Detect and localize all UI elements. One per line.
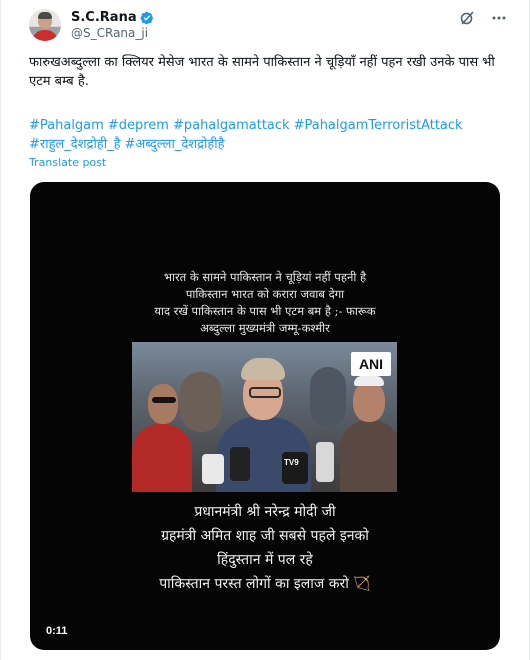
post-actions <box>458 9 508 27</box>
person-left-body <box>132 424 192 492</box>
person-right-head <box>353 382 385 422</box>
left-border <box>0 0 1 660</box>
person-right-body <box>340 420 397 492</box>
caption-line: भारत के सामने पाकिस्तान ने चूड़ियां नहीं… <box>163 270 367 284</box>
hashtags: #Pahalgam #deprem #pahalgamattack #Pahalgam… <box>29 116 499 154</box>
caption-line: पाकिस्तान भारत को करारा जवाब देगा <box>185 287 345 301</box>
verified-badge-icon[interactable] <box>140 11 154 25</box>
avatar-hair <box>38 12 52 19</box>
hashtag-link[interactable]: #pahalgamattack <box>173 118 290 133</box>
person-left-head <box>148 384 178 424</box>
caption-line-text: पाकिस्तान परस्त लोगों का इलाज करो <box>159 576 349 592</box>
person-right-cap <box>354 376 384 386</box>
video-caption-bottom: प्रधानमंत्री श्री नरेन्द्र मोदी जी ग्रहम… <box>30 500 500 596</box>
microphone <box>202 454 224 484</box>
mic-channel-label: TV9 <box>284 458 299 467</box>
video-timestamp: 0:11 <box>46 625 68 637</box>
hashtag-link[interactable]: #अब्दुल्ला_देशद्रोहीहै <box>124 137 224 152</box>
speaker-cap <box>241 358 285 380</box>
author-name[interactable]: S.C.Rana <box>71 10 137 25</box>
speaker-glasses <box>249 387 281 398</box>
avatar[interactable] <box>29 9 61 41</box>
video-frame-image: TV9 ANI <box>132 342 397 492</box>
bow-arrow-icon: 🏹 <box>353 576 371 592</box>
video-player[interactable]: भारत के सामने पाकिस्तान ने चूड़ियां नहीं… <box>30 182 500 650</box>
grok-icon[interactable] <box>458 9 476 27</box>
caption-line: अब्दुल्ला मुख्यमंत्री जम्मू-कश्मीर <box>200 321 330 335</box>
microphone <box>282 452 308 484</box>
caption-line: प्रधानमंत्री श्री नरेन्द्र मोदी जी <box>194 504 336 520</box>
post-text: फारुखअब्दुल्ला का क्लियर मेसेज भारत के स… <box>29 55 495 89</box>
caption-line: हिंदुस्तान में पल रहे <box>217 552 313 568</box>
author-name-row: S.C.Rana <box>71 10 154 25</box>
microphone <box>316 442 334 482</box>
video-caption-top: भारत के सामने पाकिस्तान ने चूड़ियां नहीं… <box>30 269 500 337</box>
author-handle[interactable]: @S_CRana_ji <box>71 26 148 40</box>
caption-line: पाकिस्तान परस्त लोगों का इलाज करो 🏹 <box>30 572 500 596</box>
more-icon[interactable] <box>490 9 508 27</box>
hashtag-link[interactable]: #deprem <box>108 118 169 133</box>
hashtag-link[interactable]: #PahalgamTerroristAttack <box>294 118 463 133</box>
translate-post-link[interactable]: Translate post <box>29 156 106 169</box>
ani-logo: ANI <box>351 352 391 376</box>
sunglasses <box>152 397 176 403</box>
tweet-post: S.C.Rana @S_CRana_ji फारुखअब्दुल्ला का क… <box>0 0 530 660</box>
avatar-body <box>32 30 58 41</box>
hashtag-link[interactable]: #Pahalgam <box>29 118 104 133</box>
background-person <box>180 372 222 432</box>
caption-line: याद रखें पाकिस्तान के पास भी एटम बम है ;… <box>154 304 376 318</box>
caption-line: ग्रहमंत्री अमित शाह जी सबसे पहले इनको <box>161 528 369 544</box>
hashtag-link[interactable]: #राहुल_देशद्रोही_है <box>29 137 120 152</box>
microphone <box>230 447 250 481</box>
background-person <box>310 367 346 427</box>
